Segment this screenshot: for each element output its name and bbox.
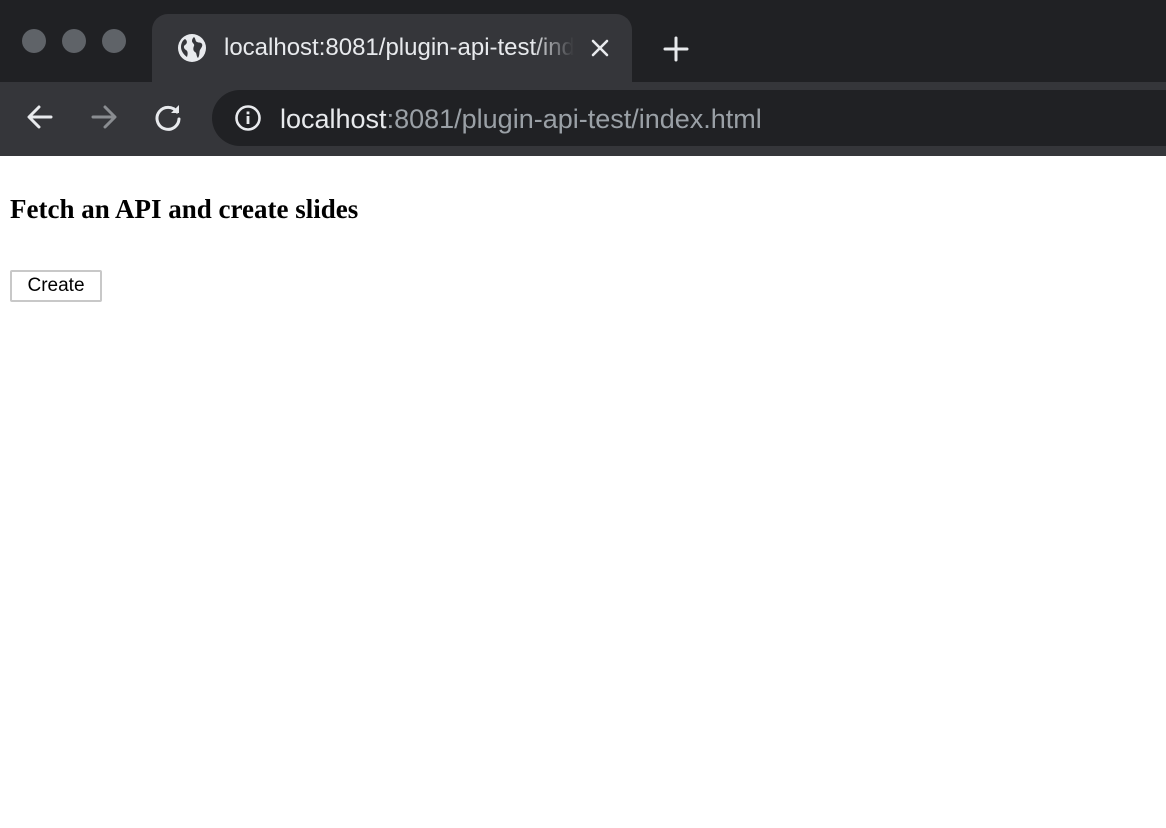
tab-title: localhost:8081/plugin-api-test/index.htm… [224,34,574,61]
close-icon[interactable] [588,36,612,60]
reload-icon[interactable] [152,101,184,133]
tab-title-container: localhost:8081/plugin-api-test/index.htm… [224,14,574,82]
tab-active[interactable]: localhost:8081/plugin-api-test/index.htm… [152,14,632,82]
window-close-button[interactable] [22,29,46,53]
page-content: Fetch an API and create slides Create [0,156,1166,828]
arrow-right-icon[interactable] [88,101,120,133]
tab-strip: localhost:8081/plugin-api-test/index.htm… [0,0,1166,82]
browser-chrome: localhost:8081/plugin-api-test/index.htm… [0,0,1166,156]
address-bar[interactable]: localhost:8081/plugin-api-test/index.htm… [212,90,1166,146]
plus-icon[interactable] [662,35,690,63]
info-icon[interactable] [234,104,262,132]
create-button[interactable]: Create [10,270,102,302]
window-maximize-button[interactable] [102,29,126,53]
url-text[interactable]: localhost:8081/plugin-api-test/index.htm… [280,90,762,148]
url-path: :8081/plugin-api-test/index.html [386,104,762,134]
url-host: localhost [280,104,387,134]
globe-icon [178,34,206,62]
arrow-left-icon[interactable] [24,101,56,133]
page-title: Fetch an API and create slides [10,194,359,224]
browser-toolbar: localhost:8081/plugin-api-test/index.htm… [0,82,1166,156]
window-minimize-button[interactable] [62,29,86,53]
